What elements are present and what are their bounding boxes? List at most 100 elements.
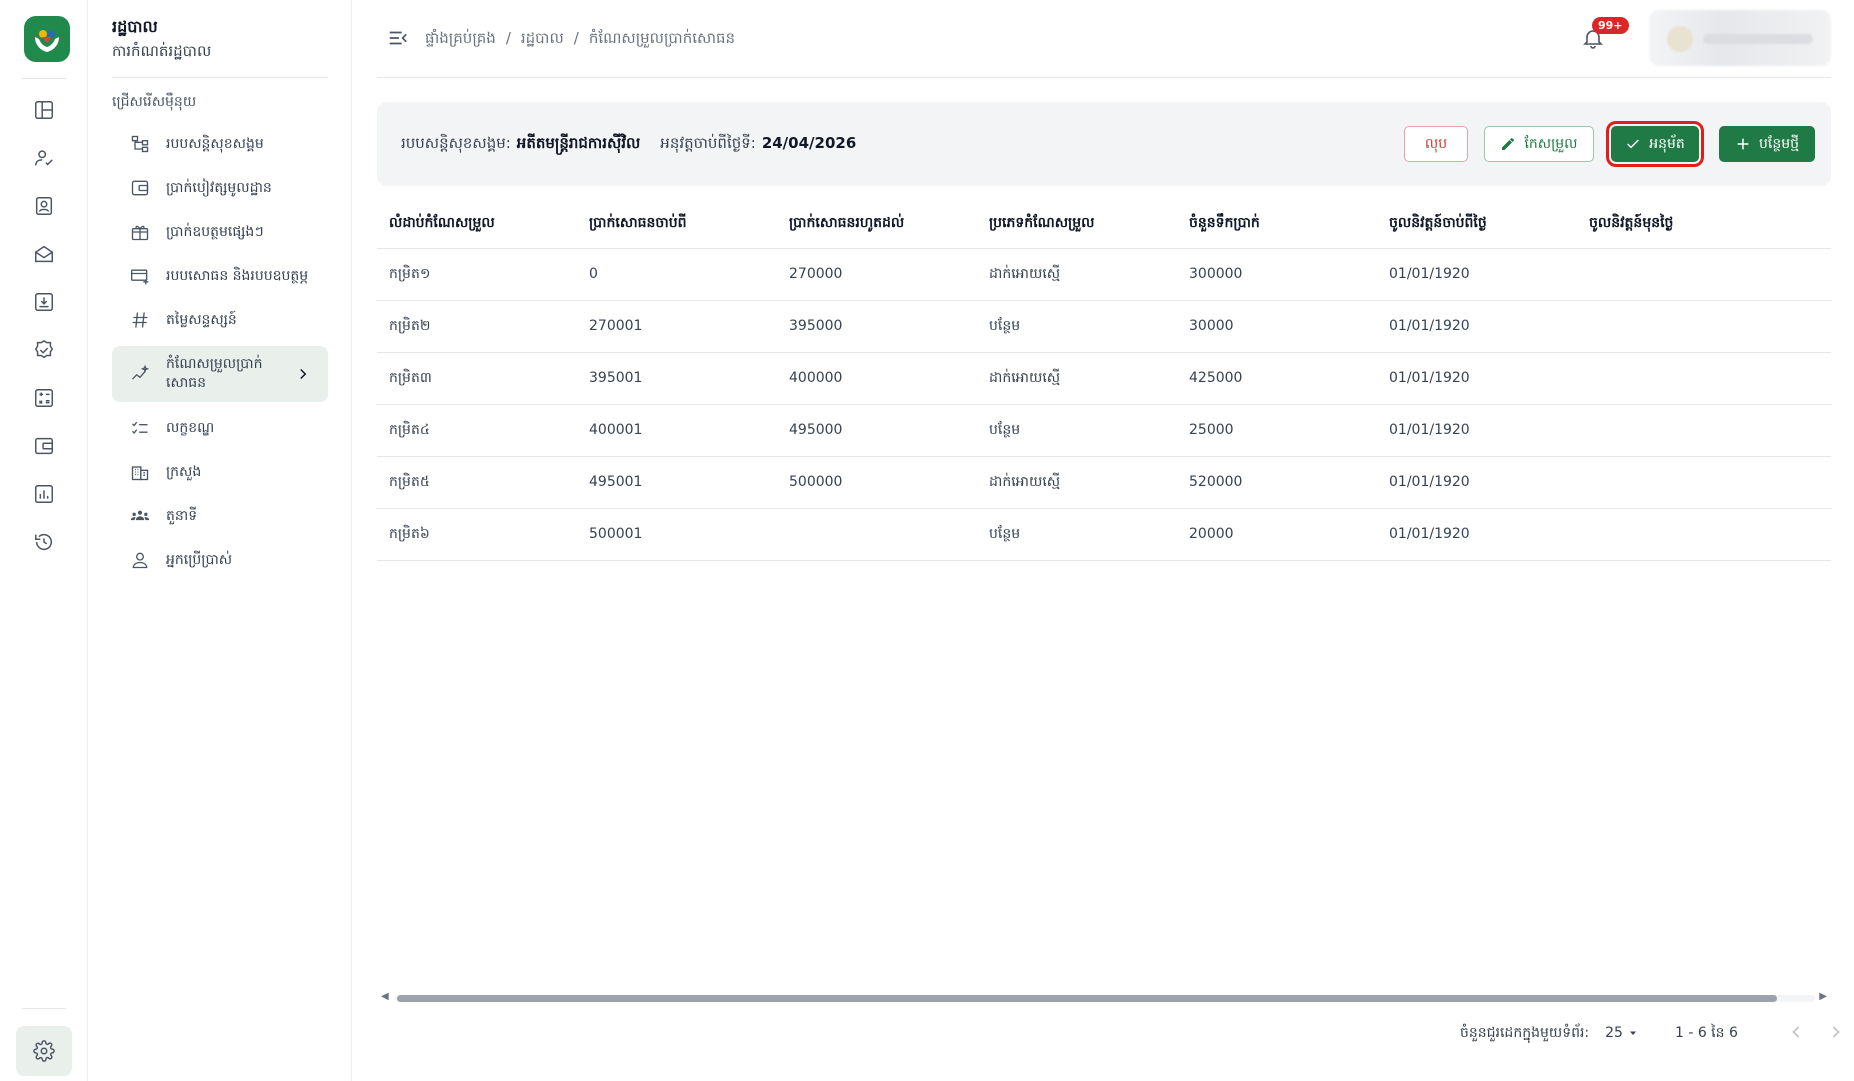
cell-pension-from: 495001 [577,456,777,509]
user-profile-menu[interactable] [1649,10,1831,66]
sidebar-item-base-salary[interactable]: ប្រាក់បៀវត្សមូលដ្ឋាន [112,168,328,208]
scrollbar-thumb[interactable] [397,995,1777,1002]
cell-pension-to: 500000 [777,456,977,509]
download-box-icon[interactable] [30,288,58,316]
sidebar-item-label: ប្រាក់ឧបត្ថមផ្សេងៗ [166,223,264,240]
column-header-pension-to[interactable]: ប្រាក់សោធនរហូតដល់ [777,200,977,249]
cell-adjustment-type: ដាក់អោយស្មើ [977,456,1177,509]
cell-retire-from: 01/01/1920 [1377,248,1577,301]
building-icon [128,460,152,484]
menu-collapse-icon[interactable] [387,27,411,51]
cell-amount: 425000 [1177,352,1377,405]
add-new-button[interactable]: បន្ថែមថ្មី [1719,126,1815,162]
cell-retire-before [1577,456,1817,509]
breadcrumb-administration[interactable]: រដ្ឋបាល [521,29,564,51]
column-header-retire-before[interactable]: ចូលនិវត្តន៍មុនថ្ងៃ [1577,200,1817,249]
sidebar-item-users[interactable]: អ្នកប្រើប្រាស់ [112,540,328,580]
sidebar-item-label: របបសោធន និងរបបឧបត្ថម្ភ [166,267,309,284]
cell-retire-before [1577,508,1817,561]
next-page-icon[interactable] [1826,1022,1848,1044]
sidebar-item-social-security-scheme[interactable]: របបសន្តិសុខសង្គម [112,124,328,164]
delete-button-label: លុប [1424,135,1448,152]
envelope-icon[interactable] [30,240,58,268]
table-row[interactable]: កម្រិត១ 0 270000 ដាក់អោយស្មើ 300000 01/0… [377,248,1831,301]
sparkle-chart-icon [128,362,152,386]
edit-button[interactable]: កែសម្រួល [1484,126,1594,162]
adjustment-info-card: របបសន្តិសុខសង្គម: អតីតមន្ត្រីរាជការស៊ីវិ… [377,102,1831,186]
sidebar-item-label: ប្រាក់បៀវត្សមូលដ្ឋាន [166,179,272,196]
person-icon [128,548,152,572]
table-row[interactable]: កម្រិត៥ 495001 500000 ដាក់អោយស្មើ 520000… [377,456,1831,509]
cell-retire-before [1577,248,1817,301]
rail-divider [22,1008,66,1009]
row-actions [1817,456,1831,509]
settings-button[interactable] [16,1026,72,1076]
rows-per-page-label: ចំនួនជួរដេកក្នុងមួយទំព័រ: [1460,1024,1590,1041]
sidebar-item-pension-schemes[interactable]: របបសោធន និងរបបឧបត្ថម្ភ [112,256,328,296]
breadcrumb-separator: / [505,29,511,47]
sidebar-subtitle: ការកំណត់រដ្ឋបាល [112,42,212,60]
sidebar-item-index-value[interactable]: តម្លៃសន្ទស្សន៍ [112,300,328,340]
add-new-button-label: បន្ថែមថ្មី [1759,135,1799,152]
badge-check-icon[interactable] [30,336,58,364]
scroll-right-arrow-icon[interactable]: ▶ [1819,991,1827,1002]
column-header-retire-from[interactable]: ចូលនិវត្តន៍ចាប់ពីថ្ងៃ [1377,200,1577,249]
cell-amount: 300000 [1177,248,1377,301]
rows-per-page-select[interactable]: 25 [1605,1025,1639,1041]
user-check-icon[interactable] [30,144,58,172]
column-header-level[interactable]: លំដាប់កំណែសម្រួល [377,200,577,249]
app-logo[interactable] [24,16,70,62]
sidebar-item-roles[interactable]: តួនាទី [112,496,328,536]
table-row[interactable]: កម្រិត៣ 395001 400000 ដាក់អោយស្មើ 425000… [377,352,1831,405]
sidebar-item-other-allowances[interactable]: ប្រាក់ឧបត្ថមផ្សេងៗ [112,212,328,252]
adjustment-table-container: លំដាប់កំណែសម្រួល ប្រាក់សោធនចាប់ពី ប្រាក់… [377,200,1831,1000]
edit-button-label: កែសម្រួល [1524,135,1578,152]
previous-page-icon[interactable] [1786,1022,1808,1044]
cell-adjustment-type: ដាក់អោយស្មើ [977,248,1177,301]
cell-amount: 20000 [1177,508,1377,561]
sidebar-item-label: លក្ខខណ្ឌ [166,419,215,436]
cell-pension-from: 500001 [577,508,777,561]
wallet-icon[interactable] [30,432,58,460]
delete-button[interactable]: លុប [1404,126,1468,162]
table-row[interactable]: កម្រិត៤ 400001 495000 បន្ថែម 25000 01/01… [377,404,1831,457]
breadcrumb: ផ្ទាំងគ្រប់គ្រង / រដ្ឋបាល / កំណែសម្រួលប្… [425,29,735,51]
table-row[interactable]: កម្រិត៦ 500001 បន្ថែម 20000 01/01/1920 [377,508,1831,561]
cell-retire-from: 01/01/1920 [1377,404,1577,457]
row-actions [1817,300,1831,353]
approve-button[interactable]: អនុម័ត [1606,121,1704,167]
column-header-adjustment-type[interactable]: ប្រភេទកំណែសម្រួល [977,200,1177,249]
cell-pension-from: 0 [577,248,777,301]
hierarchy-icon [128,132,152,156]
dashboard-icon[interactable] [30,96,58,124]
column-header-amount[interactable]: ចំនួនទឹកប្រាក់ [1177,200,1377,249]
cell-level: កម្រិត៣ [377,352,577,405]
cell-retire-from: 01/01/1920 [1377,456,1577,509]
breadcrumb-dashboard[interactable]: ផ្ទាំងគ្រប់គ្រង [425,29,496,51]
sidebar-item-pension-adjustment[interactable]: កំណែសម្រួលប្រាក់សោធន [112,346,328,402]
checklist-icon [128,416,152,440]
sidebar-item-label: កំណែសម្រួលប្រាក់សោធន [166,356,263,391]
sidebar-item-label: អ្នកប្រើប្រាស់ [166,551,233,568]
sidebar-item-ministries[interactable]: ក្រសួង [112,452,328,492]
history-icon[interactable] [30,528,58,556]
calculator-icon[interactable] [30,384,58,412]
cell-pension-to: 495000 [777,404,977,457]
cell-adjustment-type: បន្ថែម [977,300,1177,353]
cell-pension-to: 400000 [777,352,977,405]
cell-level: កម្រិត៤ [377,404,577,457]
sidebar-title: រដ្ឋបាល [112,17,158,36]
notification-badge: 99+ [1592,17,1629,34]
plus-icon [1737,138,1749,150]
effective-date-label: អនុវត្តចាប់ពីថ្ងៃទី: [660,134,756,152]
id-card-icon[interactable] [30,192,58,220]
scroll-left-arrow-icon[interactable]: ◀ [381,991,389,1002]
cell-level: កម្រិត៥ [377,456,577,509]
approve-button-label: អនុម័ត [1649,135,1685,152]
table-row[interactable]: កម្រិត២ 270001 395000 បន្ថែម 30000 01/01… [377,300,1831,353]
column-header-pension-from[interactable]: ប្រាក់សោធនចាប់ពី [577,200,777,249]
sidebar-item-conditions[interactable]: លក្ខខណ្ឌ [112,408,328,448]
effective-date-value: 24/04/2026 [761,134,857,152]
bar-chart-icon[interactable] [30,480,58,508]
horizontal-scrollbar[interactable]: ◀ ▶ [377,991,1831,1005]
